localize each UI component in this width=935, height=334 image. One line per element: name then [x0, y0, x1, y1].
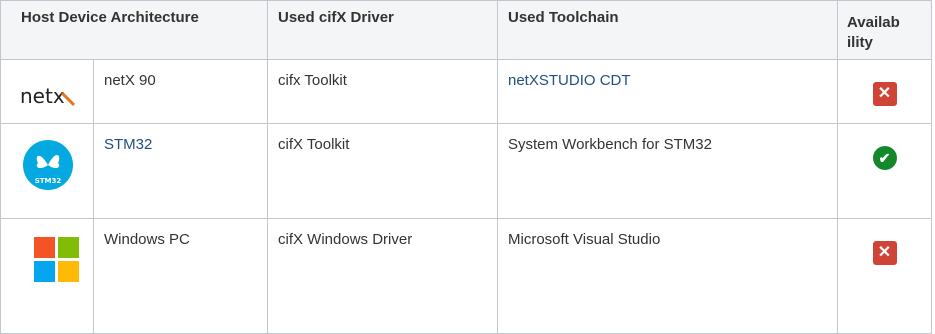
header-availability: Availab ility	[837, 0, 932, 60]
table-row: netx netX 90 cifx Toolkit netXSTUDIO CDT…	[0, 59, 932, 124]
logo-cell: STM32	[0, 123, 94, 219]
toolchain-link-netxstudio[interactable]: netXSTUDIO CDT	[508, 72, 631, 89]
stm32-logo-icon: STM32	[23, 140, 73, 190]
logo-cell: netx	[0, 59, 94, 124]
stm32-logo-text: STM32	[35, 177, 62, 185]
driver-cell: cifX Windows Driver	[267, 218, 498, 334]
logo-cell	[0, 218, 94, 334]
netx-logo-icon: netx	[20, 86, 76, 108]
toolchain-cell: netXSTUDIO CDT	[497, 59, 838, 124]
toolchain-cell: System Workbench for STM32	[497, 123, 838, 219]
device-cell: STM32	[93, 123, 268, 219]
device-cell: netX 90	[93, 59, 268, 124]
table-row: STM32 STM32 cifX Toolkit System Workbenc…	[0, 123, 932, 219]
unavailable-cross-icon: ✕	[872, 241, 897, 265]
device-link-stm32[interactable]: STM32	[104, 136, 152, 153]
header-host-device-architecture: Host Device Architecture	[0, 0, 268, 60]
toolchain-cell: Microsoft Visual Studio	[497, 218, 838, 334]
table-row: Windows PC cifX Windows Driver Microsoft…	[0, 218, 932, 334]
driver-cell: cifx Toolkit	[267, 59, 498, 124]
windows-logo-icon	[34, 237, 79, 282]
availability-cell: ✕	[837, 218, 932, 334]
header-used-cifx-driver: Used cifX Driver	[267, 0, 498, 60]
availability-cell: ✕	[837, 59, 932, 124]
device-cell: Windows PC	[93, 218, 268, 334]
netx-logo-text: netx	[20, 86, 65, 108]
header-used-toolchain: Used Toolchain	[497, 0, 838, 60]
compatibility-table: Host Device Architecture Used cifX Drive…	[0, 0, 932, 334]
unavailable-cross-icon: ✕	[872, 82, 897, 106]
driver-cell: cifX Toolkit	[267, 123, 498, 219]
available-check-icon: ✔	[872, 146, 897, 170]
availability-cell: ✔	[837, 123, 932, 219]
table-header-row: Host Device Architecture Used cifX Drive…	[0, 0, 932, 60]
